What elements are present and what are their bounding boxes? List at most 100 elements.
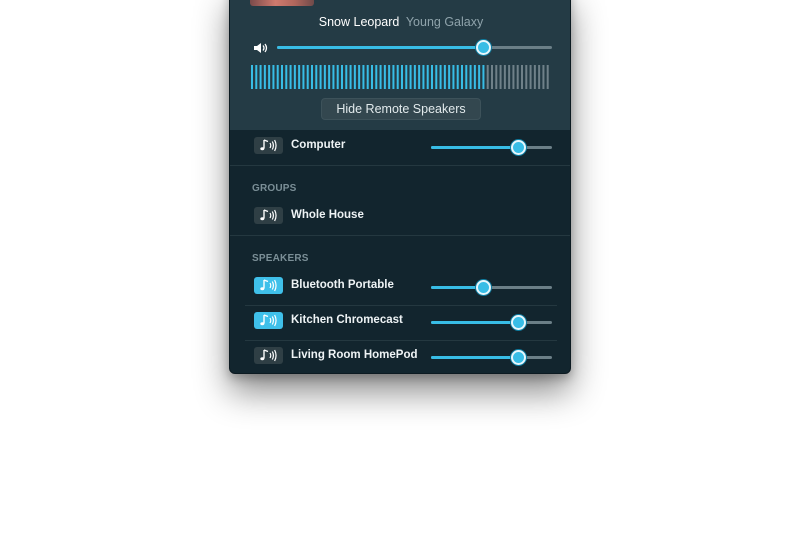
speaker-volume-slider[interactable] bbox=[431, 350, 552, 365]
level-meter-bar bbox=[443, 65, 446, 89]
speaker-label: Living Room HomePod bbox=[291, 349, 418, 361]
level-meter-bar bbox=[302, 65, 305, 89]
level-meter-bar bbox=[503, 65, 506, 89]
level-meter-bar bbox=[401, 65, 403, 89]
level-meter-bar bbox=[392, 65, 395, 89]
level-meter-bar bbox=[362, 65, 365, 89]
speaker-volume-fill bbox=[431, 356, 519, 359]
level-meter-bar bbox=[478, 65, 481, 89]
level-meter-bar bbox=[276, 65, 279, 89]
level-meter-bar bbox=[272, 65, 275, 89]
level-meter-bar bbox=[491, 65, 493, 89]
device-row-computer[interactable]: Computer bbox=[230, 130, 570, 164]
speaker-volume-knob[interactable] bbox=[475, 280, 491, 295]
level-meter-bar bbox=[435, 65, 438, 89]
speaker-row-bluetooth-portable[interactable]: Bluetooth Portable bbox=[230, 270, 570, 304]
device-volume-slider[interactable] bbox=[431, 140, 552, 155]
music-note-airplay-icon[interactable] bbox=[254, 207, 283, 224]
level-meter-bar bbox=[426, 65, 429, 89]
level-meter-bar bbox=[469, 65, 472, 89]
speaker-row-kitchen-chromecast[interactable]: Kitchen Chromecast bbox=[230, 305, 570, 339]
level-meter-bar bbox=[281, 65, 283, 89]
level-meter-bar bbox=[418, 65, 421, 89]
level-meter-bar bbox=[379, 65, 382, 89]
level-meter-bar bbox=[521, 65, 523, 89]
level-meter-bar bbox=[383, 65, 386, 89]
groups-heading: GROUPS bbox=[252, 183, 297, 194]
level-meter-bar bbox=[315, 65, 318, 89]
device-label: Computer bbox=[291, 139, 346, 151]
device-volume-knob[interactable] bbox=[510, 140, 526, 155]
level-meter-bar bbox=[332, 65, 335, 89]
level-meter-bar bbox=[542, 65, 545, 89]
level-meter-bar bbox=[341, 65, 343, 89]
level-meter-bar bbox=[336, 65, 339, 89]
speaker-label: Bluetooth Portable bbox=[291, 279, 394, 291]
level-meter-bar bbox=[396, 65, 399, 89]
level-meter-bar bbox=[405, 65, 408, 89]
level-meter-bar bbox=[268, 65, 271, 89]
level-meter-bar bbox=[529, 65, 532, 89]
level-meter-bar bbox=[251, 65, 253, 89]
speaker-volume-knob[interactable] bbox=[510, 315, 526, 330]
level-meter-bar bbox=[473, 65, 476, 89]
speakers-heading: SPEAKERS bbox=[252, 253, 309, 264]
level-meter-bar bbox=[533, 65, 536, 89]
level-meter-bar bbox=[298, 65, 301, 89]
music-note-airplay-icon[interactable] bbox=[254, 347, 283, 364]
device-volume-fill bbox=[431, 146, 519, 149]
level-meter-bar bbox=[538, 65, 541, 89]
level-meter-bar bbox=[461, 65, 463, 89]
now-playing-section: Snow Leopard Young Galaxy Hide Remote Sp… bbox=[230, 0, 570, 130]
album-art[interactable] bbox=[250, 0, 314, 6]
level-meter-bar bbox=[409, 65, 412, 89]
level-meter-bar bbox=[499, 65, 502, 89]
level-meter-bar bbox=[289, 65, 292, 89]
level-meter-bar bbox=[371, 65, 373, 89]
level-meter-bar bbox=[328, 65, 331, 89]
level-meter-bar bbox=[388, 65, 391, 89]
level-meter-bar bbox=[323, 65, 326, 89]
level-meter-bar bbox=[525, 65, 528, 89]
track-artist: Young Galaxy bbox=[405, 15, 484, 29]
speaker-row-living-room-homepod[interactable]: Living Room HomePod bbox=[230, 340, 570, 373]
music-note-airplay-icon[interactable] bbox=[254, 277, 283, 294]
master-volume-fill bbox=[277, 46, 484, 49]
level-meter-bar bbox=[319, 65, 322, 89]
level-meter-bar bbox=[413, 65, 416, 89]
speaker-volume-knob[interactable] bbox=[510, 350, 526, 365]
level-meter-bar bbox=[255, 65, 258, 89]
group-row-whole-house[interactable]: Whole House bbox=[230, 200, 570, 234]
level-meter-bar bbox=[358, 65, 361, 89]
speaker-volume-icon bbox=[253, 41, 269, 53]
level-meter-bar bbox=[486, 65, 489, 89]
level-meter-bar bbox=[293, 65, 296, 89]
master-volume-slider[interactable] bbox=[277, 40, 552, 55]
level-meter-bar bbox=[422, 65, 425, 89]
level-meter-bar bbox=[508, 65, 511, 89]
level-meter-bar bbox=[465, 65, 468, 89]
level-meter-bar bbox=[285, 65, 288, 89]
music-note-airplay-icon[interactable] bbox=[254, 137, 283, 154]
track-info: Snow Leopard Young Galaxy bbox=[230, 15, 570, 30]
level-meter-bar bbox=[263, 65, 266, 89]
speaker-label: Kitchen Chromecast bbox=[291, 314, 403, 326]
level-meter-bar bbox=[349, 65, 352, 89]
level-meter-bar bbox=[516, 65, 519, 89]
level-meter-bar bbox=[512, 65, 515, 89]
level-meter-bar bbox=[345, 65, 348, 89]
level-meter-bar bbox=[259, 65, 262, 89]
track-title: Snow Leopard bbox=[318, 15, 400, 29]
level-meter-bar bbox=[452, 65, 455, 89]
level-meter-bar bbox=[482, 65, 485, 89]
level-meter-bar bbox=[431, 65, 433, 89]
speaker-volume-slider[interactable] bbox=[431, 280, 552, 295]
hide-remote-speakers-button[interactable]: Hide Remote Speakers bbox=[321, 98, 481, 120]
level-meter-bar bbox=[448, 65, 451, 89]
level-meter-bar bbox=[546, 65, 549, 89]
level-meter-bar bbox=[375, 65, 378, 89]
level-meter-bar bbox=[495, 65, 498, 89]
speaker-volume-slider[interactable] bbox=[431, 315, 552, 330]
music-note-airplay-icon[interactable] bbox=[254, 312, 283, 329]
master-volume-knob[interactable] bbox=[475, 40, 491, 55]
